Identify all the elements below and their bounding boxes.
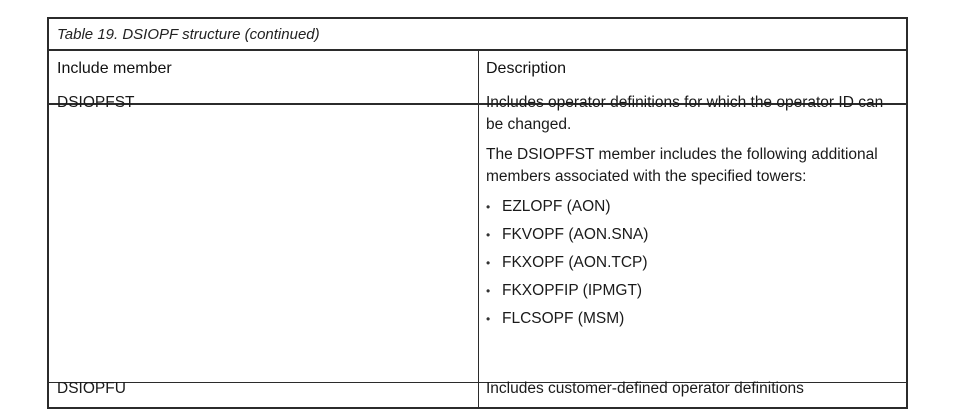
header-description: Description bbox=[486, 60, 567, 77]
table-caption: Table 19. DSIOPF structure (continued) bbox=[57, 26, 320, 43]
list-item: • FLCSOPF (MSM) bbox=[486, 308, 901, 330]
list-item: • FKXOPFIP (IPMGT) bbox=[486, 280, 901, 302]
list-item: • EZLOPF (AON) bbox=[486, 196, 901, 218]
row-dsiopfu-member: DSIOPFU bbox=[57, 380, 126, 397]
list-item-label: FKXOPF (AON.TCP) bbox=[502, 254, 648, 271]
list-item-label: FKXOPFIP (IPMGT) bbox=[502, 282, 643, 299]
header-include-member: Include member bbox=[57, 60, 172, 77]
bullet-icon: • bbox=[486, 312, 491, 326]
table-caption-row: Table 19. DSIOPF structure (continued) bbox=[49, 19, 906, 51]
dsiopf-structure-table: Table 19. DSIOPF structure (continued) I… bbox=[47, 17, 908, 409]
row-dsiopfu-description: Includes customer-defined operator defin… bbox=[486, 380, 804, 397]
list-item-label: FKVOPF (AON.SNA) bbox=[502, 226, 649, 243]
bullet-icon: • bbox=[486, 256, 491, 270]
list-item: • FKVOPF (AON.SNA) bbox=[486, 224, 901, 246]
description-paragraph: Includes operator definitions for which … bbox=[486, 94, 884, 133]
description-paragraph: The DSIOPFST member includes the followi… bbox=[486, 146, 878, 185]
bullet-icon: • bbox=[486, 200, 491, 214]
list-item-label: FLCSOPF (MSM) bbox=[502, 310, 625, 327]
bullet-icon: • bbox=[486, 284, 491, 298]
column-divider bbox=[478, 51, 479, 409]
row-dsiopfst-member: DSIOPFST bbox=[57, 94, 135, 111]
tower-member-list: • EZLOPF (AON) • FKVOPF (AON.SNA) • FKXOPF … bbox=[486, 196, 901, 330]
bullet-icon: • bbox=[486, 228, 491, 242]
row-dsiopfst-description: Includes operator definitions for which … bbox=[486, 92, 901, 336]
list-item: • FKXOPF (AON.TCP) bbox=[486, 252, 901, 274]
list-item-label: EZLOPF (AON) bbox=[502, 198, 611, 215]
